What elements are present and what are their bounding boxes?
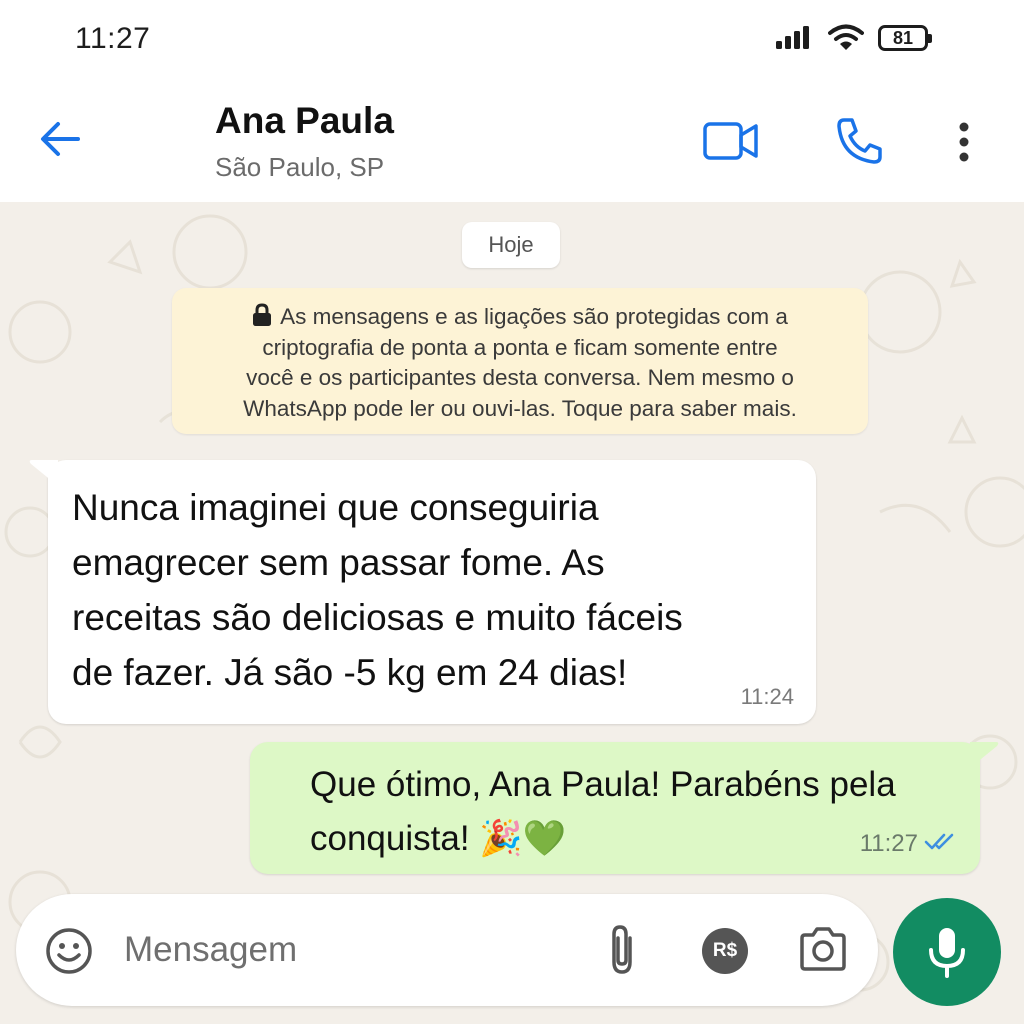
camera-icon[interactable] bbox=[798, 926, 848, 972]
bubble-tail bbox=[29, 460, 58, 486]
message-line: emagrecer sem passar fome. As bbox=[72, 542, 605, 583]
more-options-icon[interactable] bbox=[952, 120, 976, 164]
message-line: de fazer. Já são -5 kg em 24 dias! bbox=[72, 652, 628, 693]
outgoing-message[interactable]: Que ótimo, Ana Paula! Parabéns pela conq… bbox=[250, 742, 999, 874]
message-time: 11:27 bbox=[859, 830, 918, 857]
message-line: Nunca imaginei que conseguiria bbox=[72, 487, 599, 528]
phone-icon[interactable] bbox=[834, 116, 884, 166]
lock-icon bbox=[253, 303, 272, 326]
message-composer[interactable]: Mensagem R$ bbox=[16, 894, 878, 1006]
status-bar: 11:27 81 bbox=[0, 0, 1024, 80]
encryption-text-1: As mensagens e as ligações são protegida… bbox=[280, 304, 788, 329]
bubble-tail bbox=[970, 742, 999, 768]
encryption-text-3: você e os participantes desta conversa. … bbox=[246, 365, 794, 390]
battery-icon: 81 bbox=[878, 25, 932, 51]
encryption-notice[interactable]: As mensagens e as ligações são protegida… bbox=[172, 288, 868, 434]
encryption-line: As mensagens e as ligações são protegida… bbox=[194, 302, 846, 333]
status-icons: 81 bbox=[776, 24, 932, 52]
encryption-text-4: WhatsApp pode ler ou ouvi-las. Toque par… bbox=[243, 395, 797, 421]
date-chip: Hoje bbox=[462, 222, 560, 268]
incoming-message[interactable]: Nunca imaginei que conseguiria emagrecer… bbox=[29, 460, 816, 724]
message-text: Nunca imaginei que conseguiria emagrecer… bbox=[72, 480, 683, 700]
battery-level: 81 bbox=[892, 28, 914, 48]
back-arrow-icon[interactable] bbox=[34, 112, 88, 166]
mic-icon bbox=[929, 928, 965, 978]
signal-icon bbox=[776, 26, 809, 49]
payment-icon[interactable]: R$ bbox=[702, 928, 748, 974]
wifi-icon bbox=[828, 24, 864, 50]
message-time: 11:24 bbox=[740, 684, 794, 709]
message-line: conquista! 🎉💚 bbox=[310, 819, 567, 858]
message-input[interactable]: Mensagem bbox=[124, 930, 297, 970]
read-receipt-icon bbox=[924, 833, 954, 850]
contact-subtitle[interactable]: São Paulo, SP bbox=[215, 152, 384, 183]
encryption-text-2: criptografia de ponta a ponta e ficam so… bbox=[262, 334, 778, 360]
emoji-icon[interactable] bbox=[44, 926, 94, 976]
status-time: 11:27 bbox=[75, 22, 151, 55]
chat-header: Ana Paula São Paulo, SP bbox=[0, 80, 1024, 202]
message-text: Que ótimo, Ana Paula! Parabéns pela conq… bbox=[310, 758, 896, 866]
message-line: Que ótimo, Ana Paula! Parabéns pela bbox=[310, 765, 896, 804]
attach-icon[interactable] bbox=[604, 922, 640, 978]
mic-button[interactable] bbox=[893, 898, 1001, 1006]
payment-label: R$ bbox=[712, 940, 738, 961]
video-call-icon[interactable] bbox=[702, 120, 760, 164]
contact-name[interactable]: Ana Paula bbox=[215, 100, 394, 142]
message-line: receitas são deliciosas e muito fáceis bbox=[72, 597, 683, 638]
